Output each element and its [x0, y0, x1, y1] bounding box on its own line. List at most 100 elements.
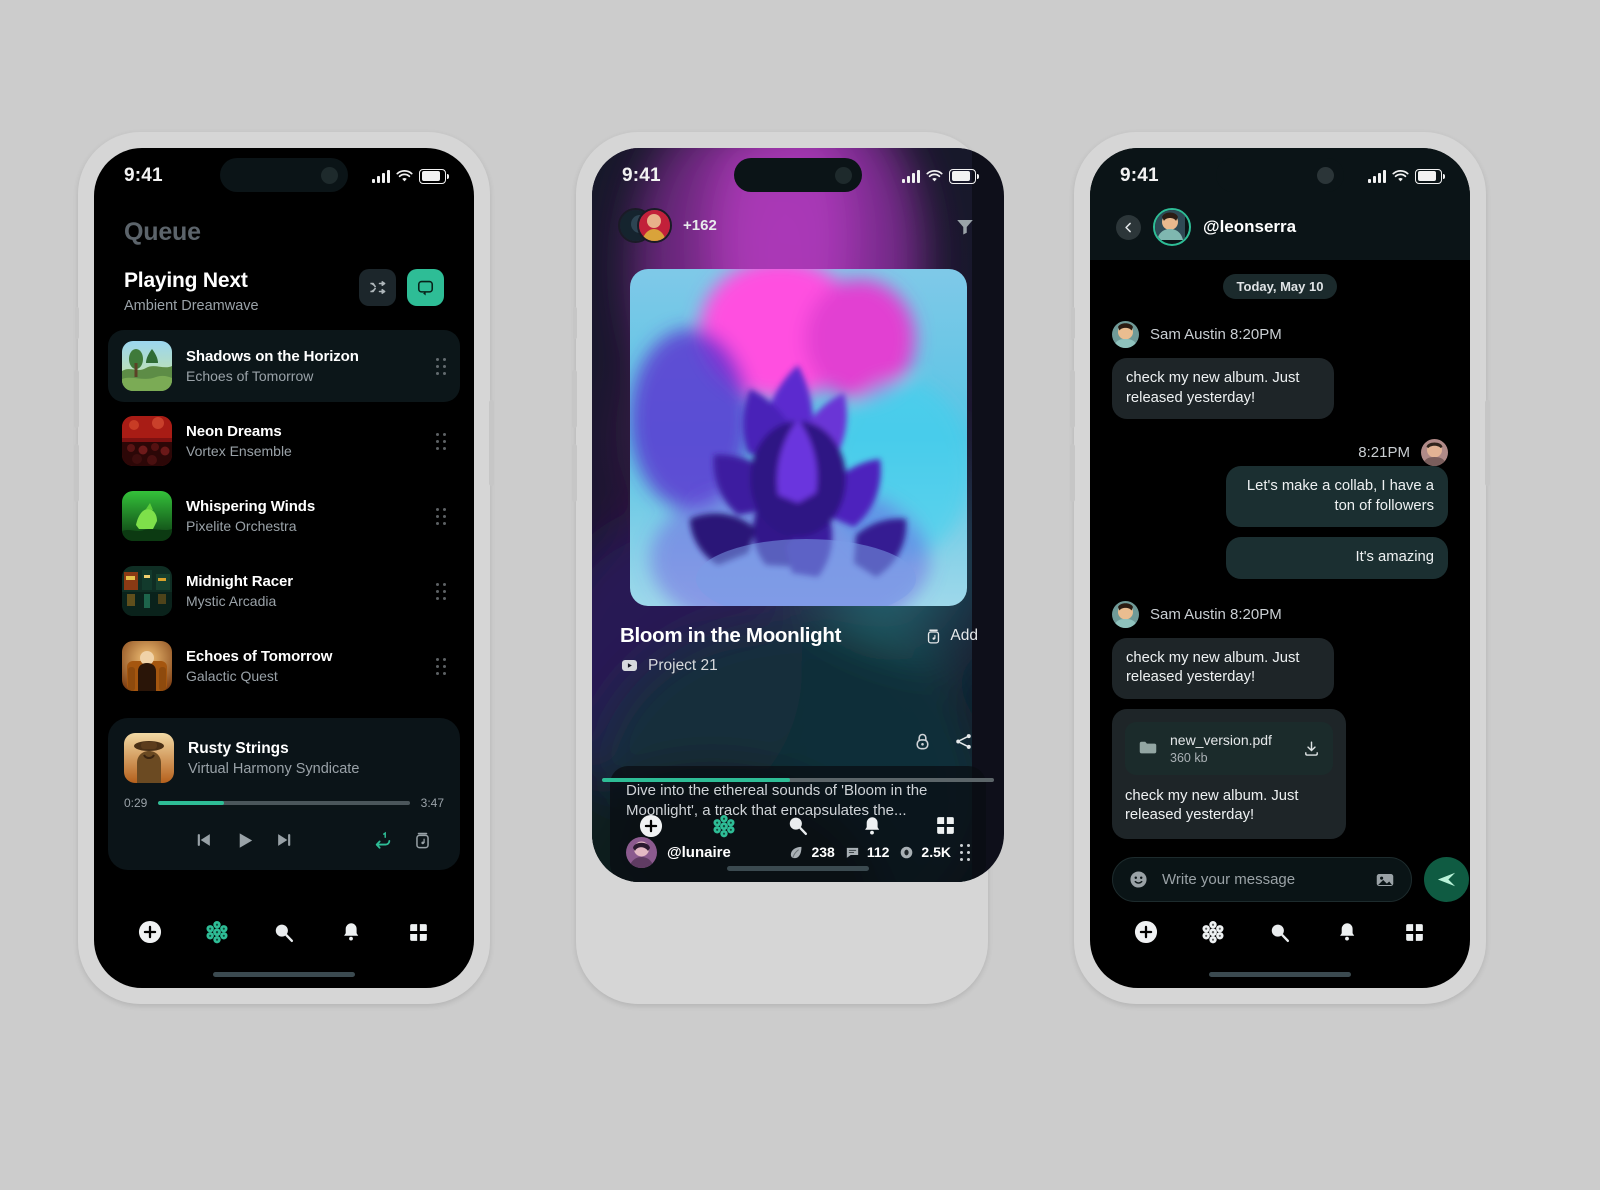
post-project-row[interactable]: Project 21	[592, 648, 1004, 675]
seek-row: 0:29 3:47	[124, 796, 444, 810]
image-icon[interactable]	[1374, 869, 1396, 891]
table-row[interactable]: Shadows on the Horizon Echoes of Tomorro…	[108, 330, 460, 402]
message-bubble-file[interactable]: new_version.pdf 360 kb check my new albu…	[1112, 708, 1346, 839]
nav-home[interactable]	[1196, 915, 1230, 949]
skip-next-icon	[278, 834, 291, 846]
repeat-one-button[interactable]	[362, 822, 402, 858]
message-sender-name: Sam Austin 8:20PM	[1150, 605, 1282, 623]
table-row[interactable]: Echoes of Tomorrow Galactic Quest	[108, 630, 460, 702]
message-input[interactable]	[1160, 870, 1363, 889]
nav-search[interactable]	[267, 915, 301, 949]
add-track-icon	[928, 629, 940, 644]
phone-volume-up[interactable]	[572, 370, 577, 428]
play-button[interactable]	[224, 822, 264, 858]
front-camera-icon	[835, 166, 852, 184]
status-icons	[1368, 168, 1470, 184]
flower-cluster-icon	[1202, 921, 1224, 944]
nav-home[interactable]	[200, 915, 234, 949]
album-art	[122, 341, 172, 391]
participants[interactable]: +162	[618, 208, 717, 243]
drag-grid-icon[interactable]	[436, 357, 446, 375]
queue-track-list: Shadows on the Horizon Echoes of Tomorro…	[94, 330, 474, 702]
nav-add[interactable]	[634, 809, 668, 843]
player-album-art	[124, 733, 174, 783]
post-project-label: Project 21	[648, 656, 718, 674]
message-bubble-outgoing[interactable]: It's amazing	[1226, 537, 1448, 579]
lock-button[interactable]	[912, 731, 933, 752]
drag-grid-icon[interactable]	[436, 582, 446, 600]
post-artwork[interactable]	[629, 269, 967, 606]
nav-apps[interactable]	[928, 809, 962, 843]
home-indicator	[213, 972, 355, 977]
post-progress-bar[interactable]	[602, 777, 994, 782]
drag-grid-icon[interactable]	[436, 507, 446, 525]
nav-apps[interactable]	[401, 915, 435, 949]
repeat-button[interactable]	[407, 269, 444, 306]
lock-icon	[916, 733, 929, 750]
post-title-row: Bloom in the Moonlight Add	[592, 606, 1004, 648]
nav-search[interactable]	[781, 809, 815, 843]
seek-slider[interactable]	[158, 801, 410, 805]
send-icon	[1437, 872, 1456, 887]
back-button[interactable]	[1116, 214, 1141, 240]
track-title: Whispering Winds	[186, 498, 316, 515]
shuffle-button[interactable]	[359, 269, 396, 306]
download-button[interactable]	[1302, 739, 1321, 758]
album-art	[122, 641, 172, 691]
phone-power-button[interactable]	[1485, 400, 1490, 486]
message-bubble-incoming[interactable]: check my new album. Just released yester…	[1112, 358, 1334, 420]
phone-volume-down[interactable]	[572, 444, 577, 502]
file-attachment[interactable]: new_version.pdf 360 kb	[1125, 721, 1333, 775]
message-bubble-incoming[interactable]: check my new album. Just released yester…	[1112, 637, 1334, 699]
album-art	[122, 491, 172, 541]
phone-volume-up[interactable]	[1070, 370, 1075, 428]
phone-3-chat: 9:41 @leonserra Today, May 10 Sam Austin…	[1070, 132, 1490, 1004]
page-title: Queue	[124, 218, 201, 246]
previous-button[interactable]	[184, 822, 224, 858]
phone-power-button[interactable]	[489, 400, 494, 486]
file-size: 360 kb	[1170, 750, 1208, 765]
battery-icon	[419, 168, 449, 184]
send-button[interactable]	[1424, 857, 1469, 902]
front-camera-icon	[1317, 166, 1334, 184]
drag-grid-icon[interactable]	[436, 432, 446, 450]
nav-notifications[interactable]	[334, 915, 368, 949]
nav-apps[interactable]	[1397, 915, 1431, 949]
plus-circle-icon	[639, 814, 662, 837]
avatar[interactable]	[1153, 208, 1191, 246]
phone-volume-up[interactable]	[74, 370, 79, 428]
share-button[interactable]	[953, 731, 974, 752]
phone-volume-down[interactable]	[74, 444, 79, 502]
drag-grid-icon[interactable]	[436, 657, 446, 675]
avatar	[637, 208, 672, 243]
playing-next-title: Playing Next	[124, 269, 248, 292]
participants-count: +162	[683, 217, 717, 234]
playing-next-subtitle: Ambient Dreamwave	[124, 298, 259, 314]
add-button[interactable]: Add	[925, 627, 978, 645]
phone-mute-switch[interactable]	[1071, 307, 1075, 339]
save-track-button[interactable]	[402, 822, 442, 858]
nav-notifications[interactable]	[855, 809, 889, 843]
track-artist: Vortex Ensemble	[186, 443, 292, 459]
nav-search[interactable]	[1263, 915, 1297, 949]
table-row[interactable]: Neon Dreams Vortex Ensemble	[108, 405, 460, 477]
nav-add[interactable]	[133, 915, 167, 949]
message-input-wrap[interactable]	[1112, 857, 1412, 902]
track-artist: Mystic Arcadia	[186, 593, 277, 609]
cellular-bars-icon	[372, 169, 390, 183]
next-button[interactable]	[264, 822, 304, 858]
phone-volume-down[interactable]	[1070, 444, 1075, 502]
message-bubble-outgoing[interactable]: Let's make a collab, I have a ton of fol…	[1226, 466, 1448, 528]
table-row[interactable]: Midnight Racer Mystic Arcadia	[108, 555, 460, 627]
filter-button[interactable]	[954, 215, 976, 237]
emoji-smiley-icon[interactable]	[1128, 869, 1149, 890]
phone-mute-switch[interactable]	[75, 307, 79, 339]
track-artist: Pixelite Orchestra	[186, 518, 297, 534]
avatar	[1112, 321, 1139, 348]
nav-add[interactable]	[1129, 915, 1163, 949]
search-icon	[276, 924, 294, 942]
nav-notifications[interactable]	[1330, 915, 1364, 949]
phone-mute-switch[interactable]	[573, 307, 577, 339]
table-row[interactable]: Whispering Winds Pixelite Orchestra	[108, 480, 460, 552]
nav-home[interactable]	[707, 809, 741, 843]
